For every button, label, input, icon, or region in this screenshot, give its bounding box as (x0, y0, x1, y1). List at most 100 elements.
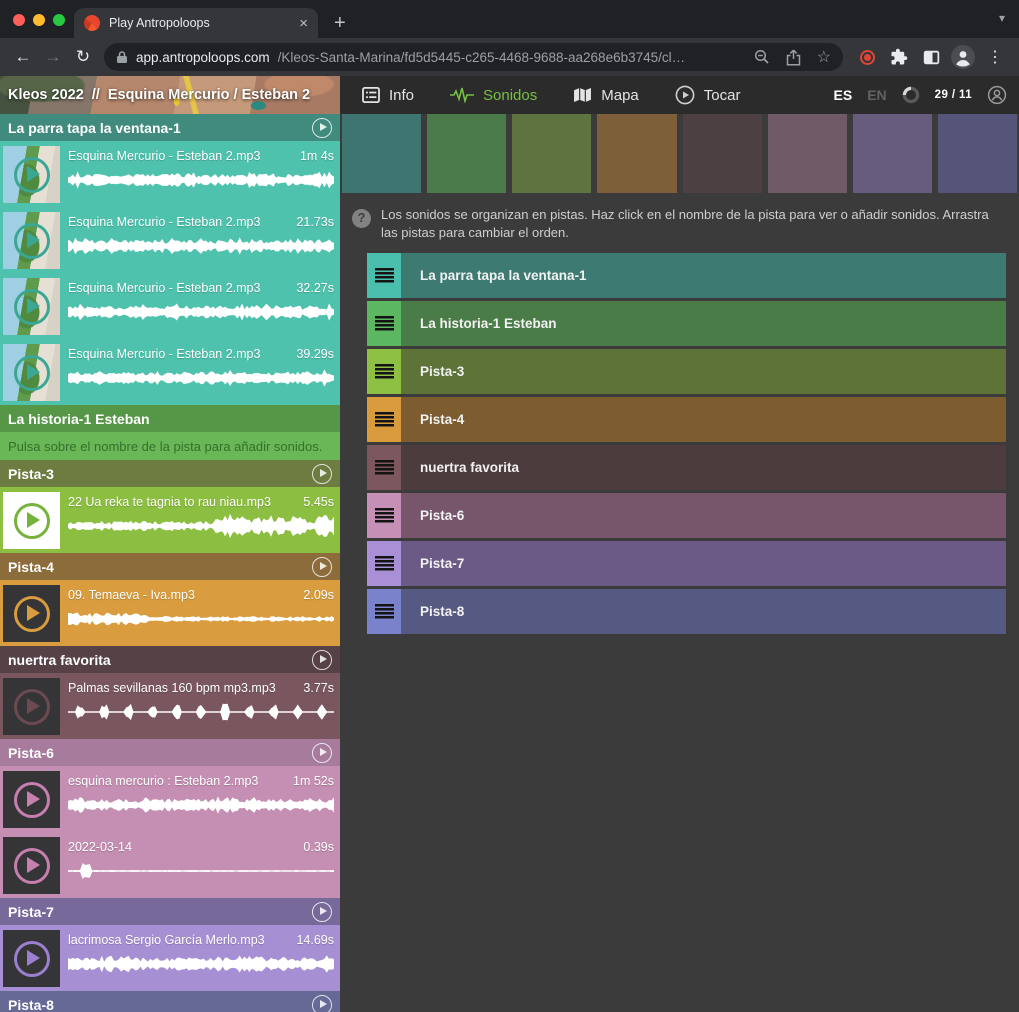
track-header[interactable]: Pista-8 (0, 991, 340, 1012)
audio-clip[interactable]: lacrimosa Sergio García Merlo.mp314.69s (0, 925, 340, 991)
profile-avatar[interactable] (947, 44, 979, 70)
drag-handle[interactable] (367, 493, 401, 538)
track-row-name-button[interactable]: Pista-6 (401, 493, 1006, 538)
audio-clip[interactable]: Esquina Mercurio - Esteban 2.mp31m 4s (0, 141, 340, 207)
track-row-name-button[interactable]: Pista-4 (401, 397, 1006, 442)
track-pad[interactable] (427, 114, 506, 193)
track-row[interactable]: Pista-3 (367, 349, 1006, 394)
track-play-button[interactable] (312, 743, 332, 763)
track-header[interactable]: La parra tapa la ventana-1 (0, 114, 340, 141)
back-icon[interactable]: ← (8, 47, 38, 67)
track-header[interactable]: nuertra favorita (0, 646, 340, 673)
map-icon (573, 87, 592, 103)
track-row-name-button[interactable]: Pista-8 (401, 589, 1006, 634)
share-icon[interactable] (786, 49, 801, 66)
track-row-name-button[interactable]: La parra tapa la ventana-1 (401, 253, 1006, 298)
track-pad[interactable] (342, 114, 421, 193)
track-pad[interactable] (853, 114, 932, 193)
drag-handle[interactable] (367, 253, 401, 298)
audio-clip[interactable]: esquina mercurio : Esteban 2.mp31m 52s (0, 766, 340, 832)
drag-handle[interactable] (367, 445, 401, 490)
lang-es-toggle[interactable]: ES (834, 87, 853, 103)
track-row[interactable]: Pista-7 (367, 541, 1006, 586)
clip-thumbnail[interactable] (3, 837, 60, 894)
tab-info[interactable]: Info (362, 87, 414, 104)
drag-handle[interactable] (367, 301, 401, 346)
track-play-button[interactable] (312, 995, 332, 1012)
play-icon (14, 848, 50, 884)
tab-sonidos[interactable]: Sonidos (450, 87, 537, 104)
account-icon[interactable] (987, 85, 1007, 105)
track-row[interactable]: Pista-6 (367, 493, 1006, 538)
bookmark-star-icon[interactable]: ☆ (817, 47, 831, 67)
tab-tocar[interactable]: Tocar (675, 85, 741, 105)
drag-handle[interactable] (367, 541, 401, 586)
audio-clip[interactable]: 22 Ua reka te tagnia to rau niau.mp35.45… (0, 487, 340, 553)
track-pad[interactable] (768, 114, 847, 193)
audio-clip[interactable]: 2022-03-140.39s (0, 832, 340, 898)
lang-en-toggle[interactable]: EN (867, 87, 886, 103)
clip-thumbnail[interactable] (3, 212, 60, 269)
track-row-name-button[interactable]: La historia-1 Esteban (401, 301, 1006, 346)
tab-mapa[interactable]: Mapa (573, 87, 639, 104)
track-header[interactable]: La historia-1 Esteban (0, 405, 340, 432)
drag-handle[interactable] (367, 349, 401, 394)
waveform (68, 607, 334, 631)
track-header[interactable]: Pista-7 (0, 898, 340, 925)
loading-spinner-icon (902, 86, 920, 104)
reload-icon[interactable]: ↻ (68, 47, 98, 67)
track-play-button[interactable] (312, 464, 332, 484)
browser-menu-icon[interactable]: ⋮ (979, 47, 1011, 67)
clip-thumbnail[interactable] (3, 344, 60, 401)
track-row[interactable]: Pista-4 (367, 397, 1006, 442)
track-pad[interactable] (512, 114, 591, 193)
clip-thumbnail[interactable] (3, 678, 60, 735)
close-tab-icon[interactable]: × (299, 16, 308, 31)
track-play-button[interactable] (312, 650, 332, 670)
clip-thumbnail[interactable] (3, 930, 60, 987)
track-row[interactable]: La historia-1 Esteban (367, 301, 1006, 346)
recording-extension-icon[interactable] (851, 50, 883, 65)
clip-thumbnail[interactable] (3, 278, 60, 335)
waveform (68, 300, 334, 324)
tab-overflow-chevron-icon[interactable]: ▾ (999, 11, 1005, 25)
track-row-name-button[interactable]: nuertra favorita (401, 445, 1006, 490)
track-header[interactable]: Pista-6 (0, 739, 340, 766)
track-name: Pista-7 (8, 904, 54, 920)
address-bar[interactable]: app.antropoloops.com /Kleos-Santa-Marina… (104, 43, 843, 71)
audio-clip[interactable]: 09. Temaeva - Iva.mp32.09s (0, 580, 340, 646)
browser-tab[interactable]: Play Antropoloops × (74, 8, 318, 38)
audio-clip[interactable]: Esquina Mercurio - Esteban 2.mp339.29s (0, 339, 340, 405)
clip-thumbnail[interactable] (3, 492, 60, 549)
audio-clip[interactable]: Esquina Mercurio - Esteban 2.mp332.27s (0, 273, 340, 339)
track-play-button[interactable] (312, 902, 332, 922)
track-pad[interactable] (597, 114, 676, 193)
track-play-button[interactable] (312, 557, 332, 577)
track-row[interactable]: La parra tapa la ventana-1 (367, 253, 1006, 298)
track-pad[interactable] (683, 114, 762, 193)
side-panel-icon[interactable] (915, 50, 947, 65)
track-row[interactable]: Pista-8 (367, 589, 1006, 634)
track-name: La parra tapa la ventana-1 (8, 120, 181, 136)
track-pad[interactable] (938, 114, 1017, 193)
clip-thumbnail[interactable] (3, 146, 60, 203)
drag-handle[interactable] (367, 589, 401, 634)
fullscreen-window-button[interactable] (53, 14, 65, 26)
drag-handle[interactable] (367, 397, 401, 442)
track-row-name-button[interactable]: Pista-7 (401, 541, 1006, 586)
audio-clip[interactable]: Palmas sevillanas 160 bpm mp3.mp33.77s (0, 673, 340, 739)
clip-thumbnail[interactable] (3, 585, 60, 642)
new-tab-button[interactable]: + (334, 13, 346, 33)
zoom-out-icon[interactable] (754, 49, 770, 65)
minimize-window-button[interactable] (33, 14, 45, 26)
clip-thumbnail[interactable] (3, 771, 60, 828)
track-play-button[interactable] (312, 118, 332, 138)
audio-clip[interactable]: Esquina Mercurio - Esteban 2.mp321.73s (0, 207, 340, 273)
track-row-name-button[interactable]: Pista-3 (401, 349, 1006, 394)
track-row[interactable]: nuertra favorita (367, 445, 1006, 490)
track-header[interactable]: Pista-4 (0, 553, 340, 580)
extensions-puzzle-icon[interactable] (883, 48, 915, 66)
close-window-button[interactable] (13, 14, 25, 26)
track-header[interactable]: Pista-3 (0, 460, 340, 487)
forward-icon[interactable]: → (38, 47, 68, 67)
